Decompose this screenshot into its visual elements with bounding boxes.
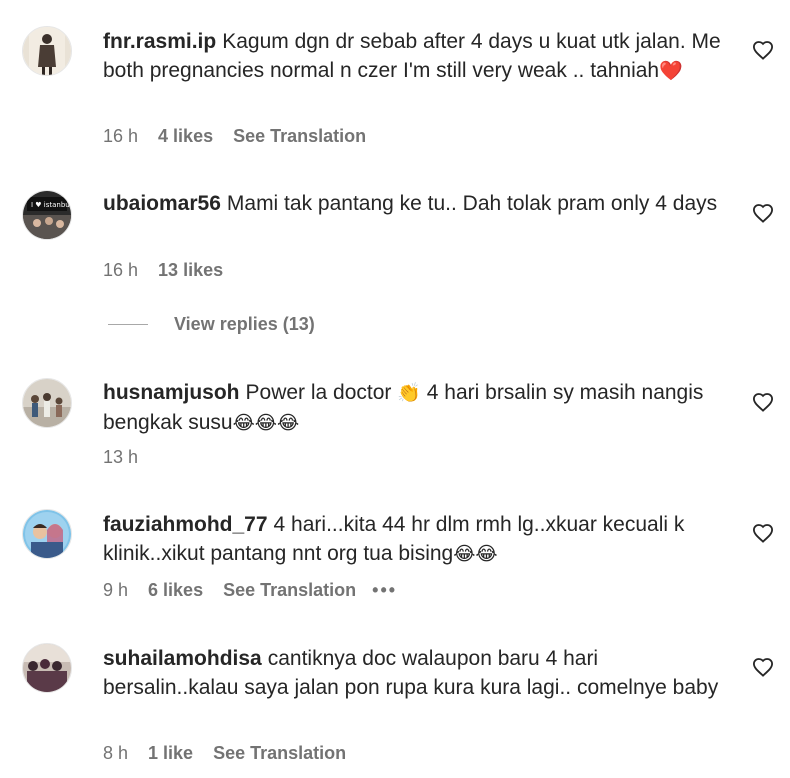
heart-outline-icon[interactable]: [752, 523, 774, 543]
comment-meta: 16 h 4 likes See Translation: [103, 126, 382, 147]
clap-emoji: 👏: [397, 382, 421, 404]
avatar[interactable]: [22, 643, 72, 693]
comment-likes[interactable]: 6 likes: [148, 580, 203, 601]
comment-time[interactable]: 9 h: [103, 580, 128, 601]
laughing-emoji: 😂😂: [453, 543, 498, 565]
comment-body: husnamjusoh Power la doctor 👏 4 hari brsa…: [103, 378, 738, 438]
comment-likes[interactable]: 1 like: [148, 743, 193, 764]
comment-body: fnr.rasmi.ip Kagum dgn dr sebab after 4 d…: [103, 27, 738, 86]
see-translation-link[interactable]: See Translation: [223, 580, 356, 601]
comment-username[interactable]: husnamjusoh: [103, 381, 240, 404]
comment-meta: 8 h 1 like See Translation: [103, 743, 362, 764]
comment-time[interactable]: 13 h: [103, 447, 138, 468]
comment-time[interactable]: 8 h: [103, 743, 128, 764]
heart-outline-icon[interactable]: [752, 657, 774, 677]
heart-outline-icon[interactable]: [752, 203, 774, 223]
laughing-emoji: 😂😂😂: [232, 412, 300, 434]
comment-username[interactable]: ubaiomar56: [103, 192, 221, 215]
comment-username[interactable]: suhailamohdisa: [103, 647, 262, 670]
comment-likes[interactable]: 13 likes: [158, 260, 223, 281]
svg-text:I ♥ istanbul: I ♥ istanbul: [31, 201, 71, 209]
avatar[interactable]: I ♥ istanbul: [22, 190, 72, 240]
heart-emoji: ❤️: [659, 60, 683, 82]
comment-text: Mami tak pantang ke tu.. Dah tolak pram …: [226, 192, 718, 215]
see-translation-link[interactable]: See Translation: [233, 126, 366, 147]
see-translation-link[interactable]: See Translation: [213, 743, 346, 764]
comment-username[interactable]: fauziahmohd_77: [103, 513, 268, 536]
avatar[interactable]: [22, 509, 72, 559]
comment-username[interactable]: fnr.rasmi.ip: [103, 30, 216, 53]
avatar[interactable]: [22, 378, 72, 428]
avatar[interactable]: [22, 26, 72, 76]
heart-outline-icon[interactable]: [752, 392, 774, 412]
view-replies-button[interactable]: View replies (13): [108, 314, 315, 335]
comment-text-start: Power la doctor: [245, 381, 398, 404]
comment-body: suhailamohdisa cantiknya doc walaupon bar…: [103, 644, 738, 702]
comment-body: fauziahmohd_77 4 hari...kita 44 hr dlm rm…: [103, 510, 738, 569]
view-replies-label: View replies (13): [174, 314, 315, 334]
comment-meta: 9 h 6 likes See Translation •••: [103, 580, 397, 601]
comment-time[interactable]: 16 h: [103, 126, 138, 147]
comment-likes[interactable]: 4 likes: [158, 126, 213, 147]
more-options-icon[interactable]: •••: [372, 580, 397, 601]
heart-outline-icon[interactable]: [752, 40, 774, 60]
comment-meta: 16 h 13 likes: [103, 260, 243, 281]
replies-divider: [108, 324, 148, 325]
comment-meta: 13 h: [103, 447, 158, 468]
comment-time[interactable]: 16 h: [103, 260, 138, 281]
comment-body: ubaiomar56 Mami tak pantang ke tu.. Dah t…: [103, 189, 738, 218]
